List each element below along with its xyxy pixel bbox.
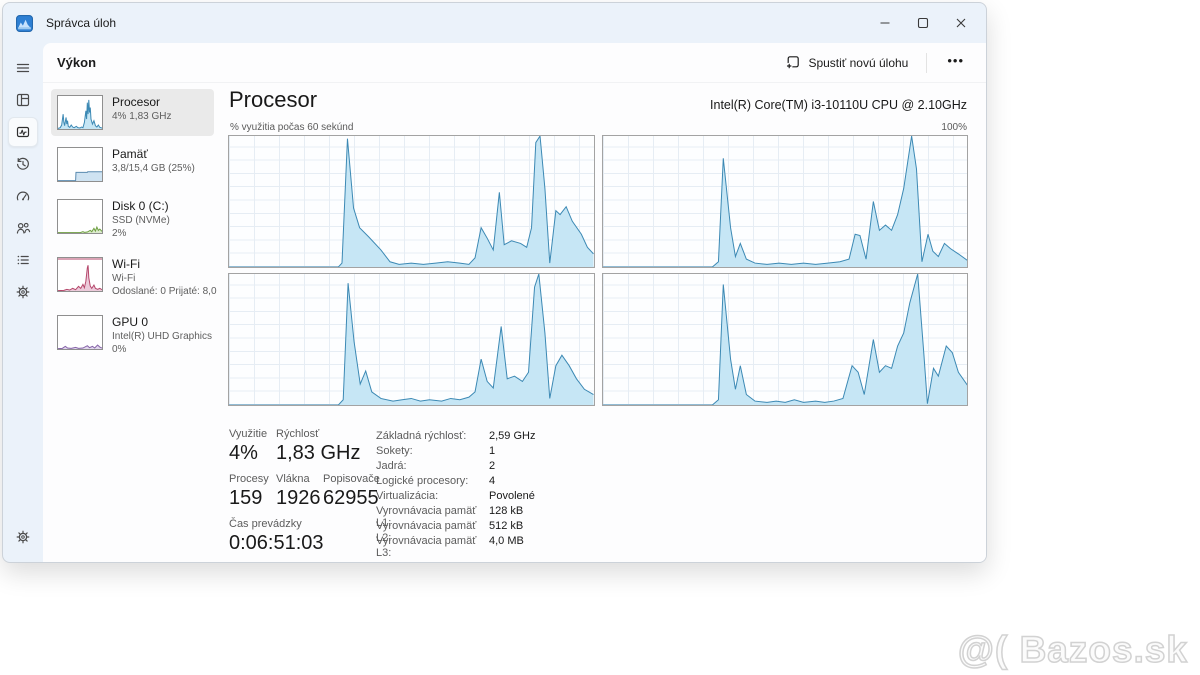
sidebar-item-sub: Intel(R) UHD Graphics [112, 330, 208, 343]
spec-row: Vyrovnávacia pamäť L1:128 kB [376, 505, 535, 520]
nav-startup-apps[interactable] [8, 181, 38, 211]
more-options-button[interactable]: ••• [937, 49, 974, 76]
sidebar-item-sub: 4% 1,83 GHz [112, 110, 171, 123]
stat-uptime: Čas prevádzky 0:06:51:03 [229, 517, 324, 555]
minimize-button[interactable] [866, 7, 904, 39]
sidebar-item-memory[interactable]: Pamäť 3,8/15,4 GB (25%) [51, 141, 214, 188]
spec-row: Vyrovnávacia pamäť L2:512 kB [376, 520, 535, 535]
maximize-icon [917, 17, 929, 29]
window-title: Správca úloh [46, 16, 116, 30]
titlebar[interactable]: Správca úloh [3, 3, 986, 43]
header-divider [926, 53, 927, 73]
users-icon [15, 220, 31, 236]
card-header: Výkon Spustiť novú úlohu ••• [43, 43, 987, 83]
task-manager-app-icon [16, 15, 33, 32]
app-history-icon [15, 156, 31, 172]
sidebar-item-sub2: 0% [112, 343, 208, 356]
detail-title: Procesor [229, 87, 317, 113]
run-new-task-button[interactable]: Spustiť novú úlohu [777, 49, 916, 76]
sidebar-item-title: Disk 0 (C:) [112, 199, 170, 214]
cpu-mini-chart [57, 95, 103, 130]
sidebar-item-gpu[interactable]: GPU 0 Intel(R) UHD Graphics 0% [51, 309, 214, 362]
sidebar-item-cpu[interactable]: Procesor 4% 1,83 GHz [51, 89, 214, 136]
settings-gear-icon [15, 529, 31, 545]
cpu-core-chart-4[interactable] [602, 273, 969, 406]
chart-max-label: 100% [941, 122, 967, 133]
spec-row: Logické procesory:4 [376, 475, 535, 490]
settings-button[interactable] [8, 522, 38, 552]
cpu-core-chart-3[interactable] [228, 273, 595, 406]
nav-users[interactable] [8, 213, 38, 243]
nav-processes[interactable] [8, 85, 38, 115]
cpu-core-chart-1[interactable] [228, 135, 595, 268]
stat-speed: Rýchlosť 1,83 GHz [276, 427, 360, 465]
watermark: @( Bazos.sk [958, 629, 1188, 671]
sidebar-item-disk[interactable]: Disk 0 (C:) SSD (NVMe) 2% [51, 193, 214, 246]
sidebar-item-wifi[interactable]: Wi-Fi Wi-Fi Odoslané: 0 Prijaté: 8,0 [51, 251, 214, 304]
task-manager-window: Správca úloh [2, 2, 987, 563]
close-icon [955, 17, 967, 29]
main-card: Výkon Spustiť novú úlohu ••• Procesor [43, 43, 987, 563]
cpu-charts-grid [228, 135, 968, 406]
stat-threads: Vlákna 1926 [276, 472, 323, 510]
stat-handles: Popisovače 62955 [323, 472, 380, 510]
menu-icon [15, 60, 31, 76]
cpu-stats: Využitie 4% Rýchlosť 1,83 GHz Procesy 15… [229, 427, 380, 555]
nav-rail [3, 43, 43, 562]
spec-row: Sokety:1 [376, 445, 535, 460]
performance-icon [15, 124, 31, 140]
performance-sidebar: Procesor 4% 1,83 GHz Pamäť 3,8/15,4 GB (… [51, 89, 214, 367]
maximize-button[interactable] [904, 7, 942, 39]
spec-row: Vyrovnávacia pamäť L3:4,0 MB [376, 535, 535, 550]
sidebar-item-sub2: 2% [112, 227, 170, 240]
services-icon [15, 284, 31, 300]
details-icon [15, 252, 31, 268]
stat-processes: Procesy 159 [229, 472, 276, 510]
gpu-mini-chart [57, 315, 103, 350]
cpu-core-chart-2[interactable] [602, 135, 969, 268]
run-new-task-label: Spustiť novú úlohu [808, 56, 908, 70]
startup-apps-icon [15, 188, 31, 204]
stat-utilization: Využitie 4% [229, 427, 276, 465]
selected-indicator [2, 125, 3, 141]
wifi-mini-chart [57, 257, 103, 292]
sidebar-item-title: GPU 0 [112, 315, 208, 330]
sidebar-item-sub: Wi-Fi [112, 272, 208, 285]
processes-icon [15, 92, 31, 108]
minimize-icon [879, 17, 891, 29]
nav-services[interactable] [8, 277, 38, 307]
sidebar-item-title: Wi-Fi [112, 257, 208, 272]
sidebar-item-title: Procesor [112, 95, 171, 110]
memory-mini-chart [57, 147, 103, 182]
sidebar-item-sub: 3,8/15,4 GB (25%) [112, 162, 195, 175]
cpu-model-name: Intel(R) Core(TM) i3-10110U CPU @ 2.10GH… [710, 98, 967, 112]
nav-performance[interactable] [8, 117, 38, 147]
chart-caption: % využitia počas 60 sekúnd [230, 122, 353, 133]
sidebar-item-sub: SSD (NVMe) [112, 214, 170, 227]
spec-row: Virtualizácia:Povolené [376, 490, 535, 505]
sidebar-item-sub2: Odoslané: 0 Prijaté: 8,0 [112, 285, 208, 298]
spec-row: Základná rýchlosť:2,59 GHz [376, 430, 535, 445]
page: Správca úloh [0, 0, 1200, 675]
menu-button[interactable] [8, 53, 38, 83]
nav-details[interactable] [8, 245, 38, 275]
cpu-spec-list: Základná rýchlosť:2,59 GHz Sokety:1 Jadr… [376, 430, 535, 550]
sidebar-item-title: Pamäť [112, 147, 195, 162]
close-button[interactable] [942, 7, 980, 39]
disk-mini-chart [57, 199, 103, 234]
page-title: Výkon [57, 55, 96, 70]
spec-row: Jadrá:2 [376, 460, 535, 475]
run-new-task-icon [785, 55, 800, 70]
nav-app-history[interactable] [8, 149, 38, 179]
